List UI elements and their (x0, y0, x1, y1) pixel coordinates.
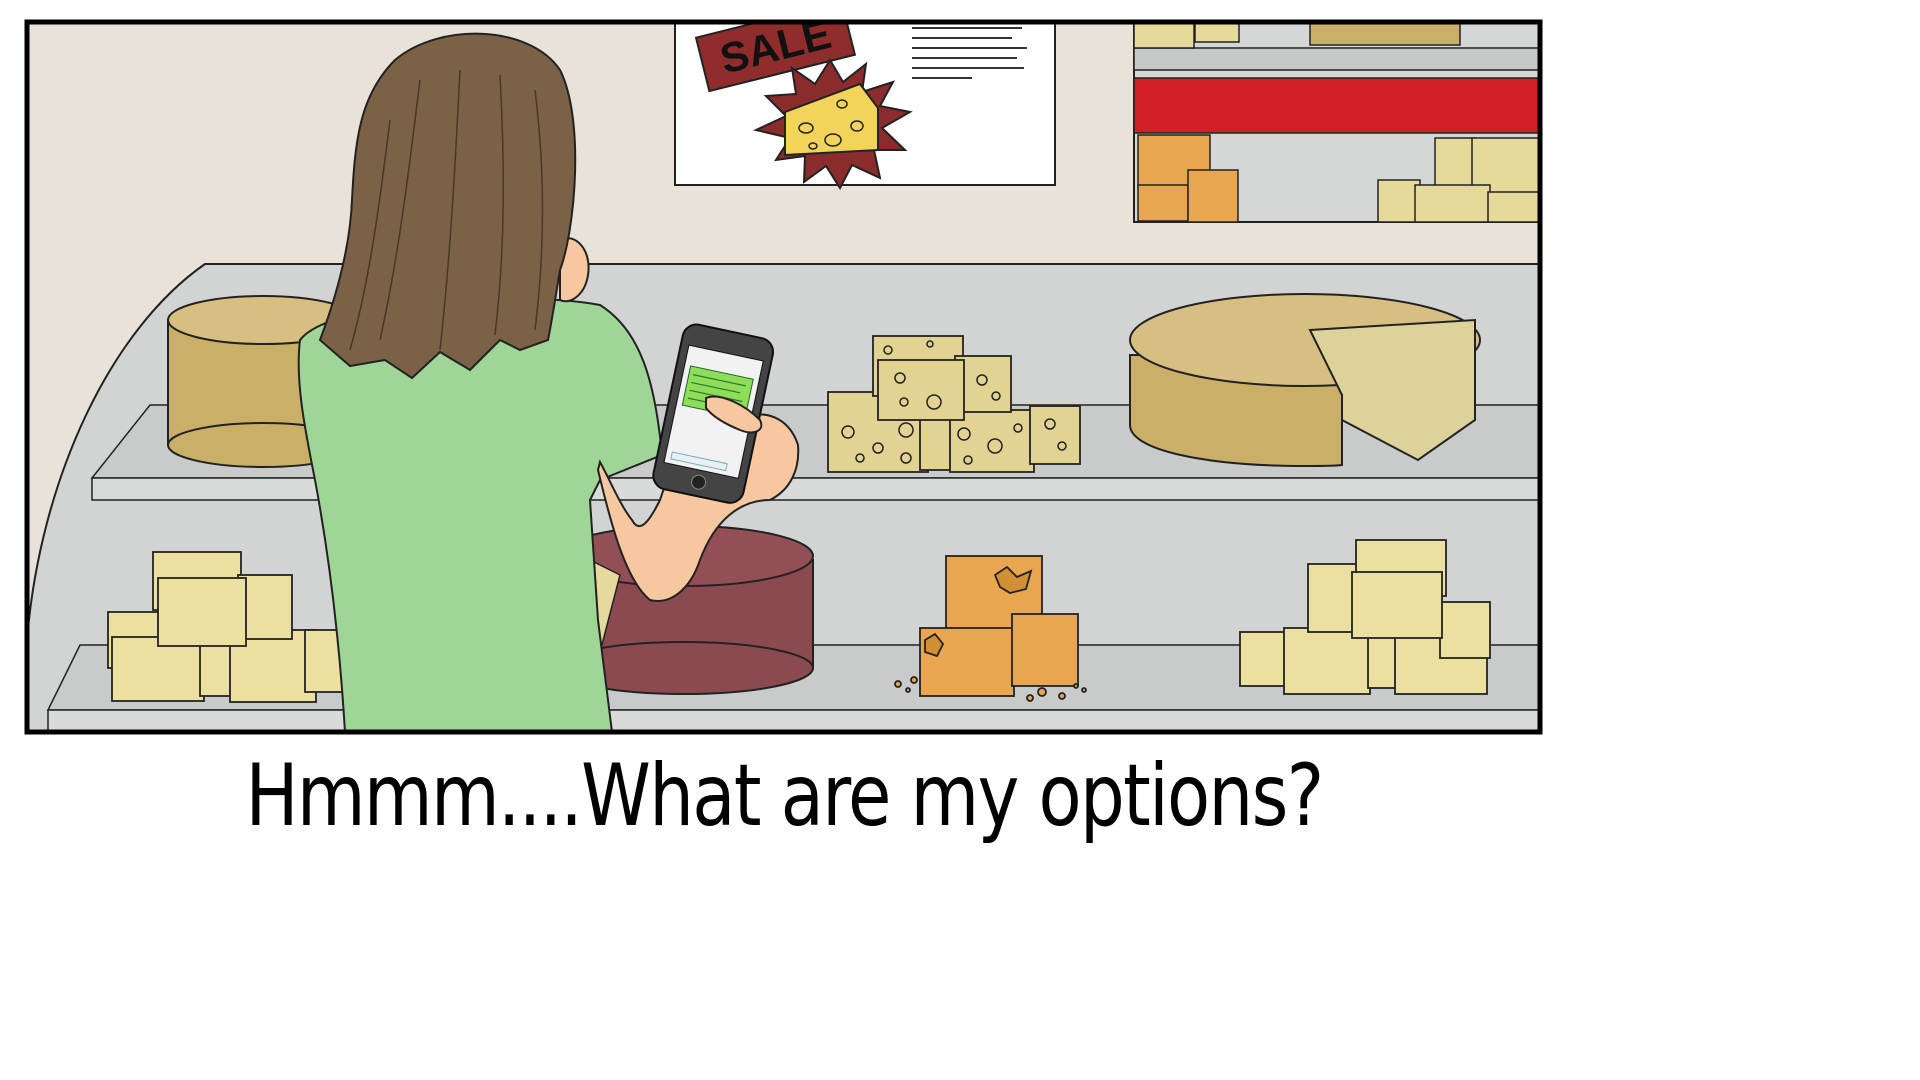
caption: Hmmm....What are my options? (245, 746, 1324, 846)
upper-display-case (1133, 22, 1540, 223)
cheese-wheel-right (1129, 293, 1481, 468)
sale-poster: SALE (674, 22, 1056, 190)
